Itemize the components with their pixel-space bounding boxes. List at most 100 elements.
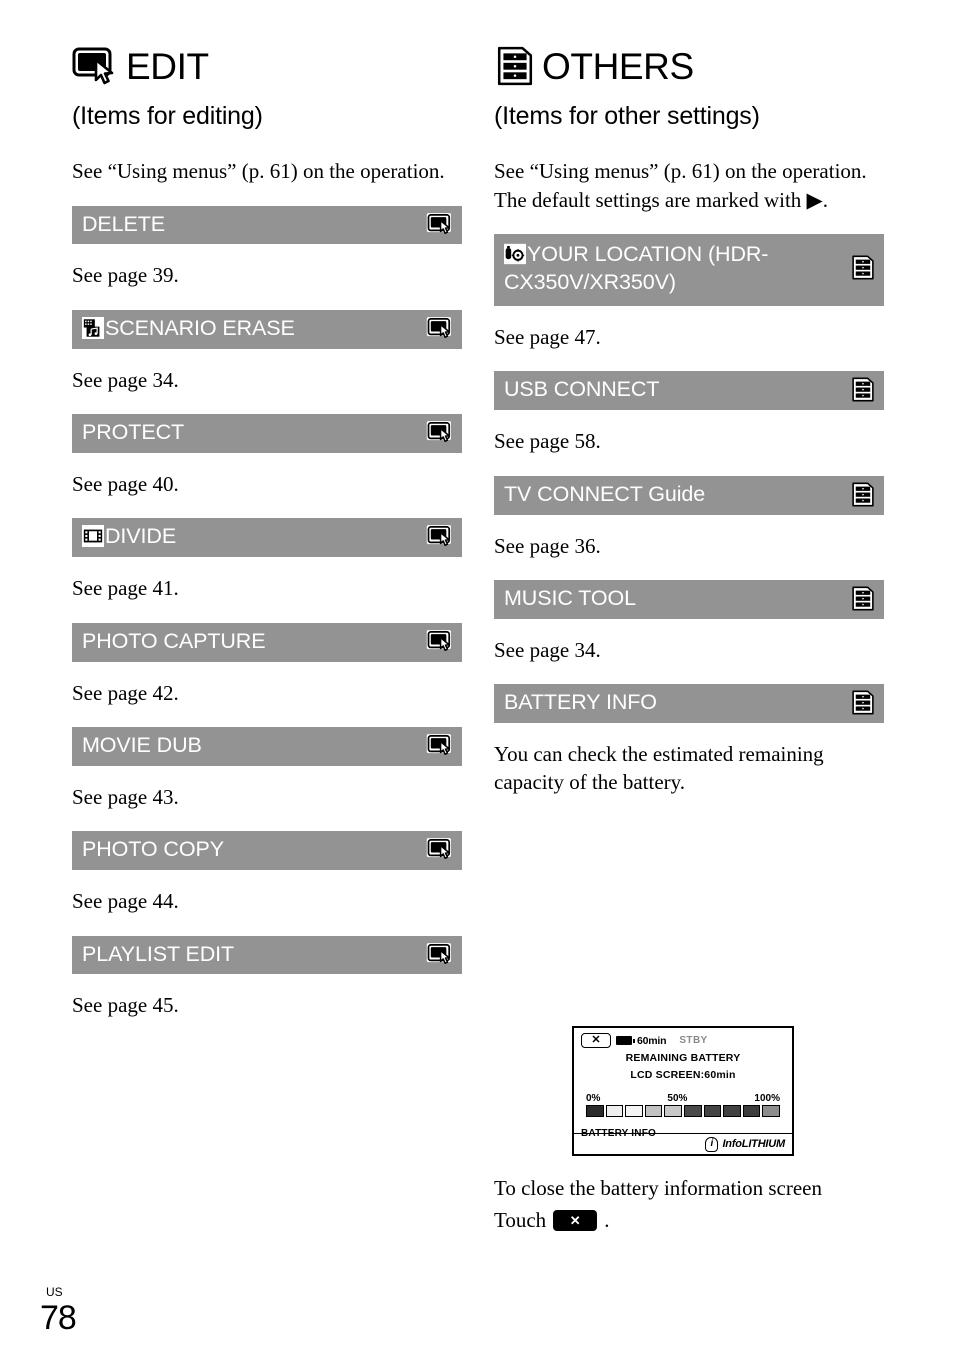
folio-region: US (46, 1285, 63, 1299)
menu-bar[interactable]: PLAYLIST EDIT (72, 935, 462, 975)
battery-gauge-segment (664, 1105, 682, 1118)
others-document-icon (850, 586, 876, 611)
menu-bar-label: PHOTO CAPTURE (82, 628, 266, 653)
battery-remaining-time: 60min (637, 1034, 667, 1047)
menu-bar-label: TV CONNECT Guide (504, 481, 706, 506)
battery-lcd-screen-time: LCD SCREEN:60min (630, 1069, 736, 1082)
battery-scale-mid: 50% (667, 1093, 688, 1105)
edit-screen-cursor-icon (426, 629, 454, 652)
battery-screen-top-row: ✕ 60min STBY (574, 1028, 792, 1049)
others-document-icon (850, 690, 876, 715)
menu-see-reference: See page 41. (72, 576, 179, 601)
menu-bar[interactable]: SCENARIO ERASE (72, 309, 462, 349)
others-intro-line-2: The default settings are marked with ▶. (494, 187, 828, 212)
battery-close-instructions: To close the battery information screen … (494, 1174, 884, 1236)
menu-bar-label: PROTECT (82, 420, 185, 445)
menu-see-reference: See page 42. (72, 680, 179, 705)
edit-screen-cursor-icon (426, 733, 454, 756)
edit-section-title: EDIT (126, 45, 209, 87)
menu-see-reference: See page 34. (72, 367, 179, 392)
others-document-icon (850, 377, 876, 402)
gps-location-icon (504, 243, 526, 265)
battery-gauge-segment (586, 1105, 604, 1118)
menu-bar[interactable]: USB CONNECT (494, 371, 884, 411)
edit-section: EDIT (Items for editing) See “Using menu… (72, 40, 462, 1020)
menu-bar-label: MOVIE DUB (82, 732, 202, 757)
menu-bar[interactable]: BATTERY INFO (494, 684, 884, 724)
menu-item-photo-capture[interactable]: PHOTO CAPTURE See page 42. (72, 622, 462, 707)
recording-status: STBY (679, 1035, 708, 1047)
menu-item-tv-connect-guide[interactable]: TV CONNECT Guide See page 36. (494, 475, 884, 560)
battery-gauge-segment (703, 1105, 722, 1118)
closing-touch-word: Touch (494, 1207, 547, 1232)
battery-screen-footer-bar: i InfoLITHIUM (574, 1133, 792, 1154)
others-section-header: OTHERS (494, 40, 884, 92)
edit-screen-cursor-icon (426, 942, 454, 965)
battery-gauge-segment (625, 1105, 643, 1118)
menu-bar[interactable]: PHOTO CAPTURE (72, 622, 462, 662)
closing-period: . (604, 1207, 610, 1232)
menu-bar-label-text: DIVIDE (105, 524, 177, 549)
menu-bar-label: USB CONNECT (504, 377, 660, 402)
others-document-icon (494, 46, 536, 86)
menu-bar-label-text: SCENARIO ERASE (105, 315, 295, 340)
battery-scale-min: 0% (586, 1093, 601, 1105)
edit-section-subtitle: (Items for editing) (72, 102, 263, 130)
menu-item-scenario-erase[interactable]: SCENARIO ERASE See page 34. (72, 309, 462, 394)
menu-bar-label: PLAYLIST EDIT (82, 941, 235, 966)
menu-bar[interactable]: MOVIE DUB (72, 726, 462, 766)
others-document-icon (850, 255, 876, 280)
menu-item-battery-info[interactable]: BATTERY INFO You can check the estimated… (494, 684, 884, 1232)
menu-bar[interactable]: PROTECT (72, 414, 462, 454)
menu-item-movie-dub[interactable]: MOVIE DUB See page 43. (72, 726, 462, 811)
menu-see-reference: You can check the estimated remaining ca… (494, 742, 824, 795)
battery-info-screen-illustration: ✕ 60min STBY REMAINING BATTERY LCD SCREE… (572, 1026, 794, 1157)
edit-screen-cursor-icon (426, 212, 454, 235)
menu-item-delete[interactable]: DELETE See page 39. (72, 205, 462, 290)
menu-item-protect[interactable]: PROTECT See page 40. (72, 414, 462, 498)
menu-item-playlist-edit[interactable]: PLAYLIST EDIT See page 45. (72, 935, 462, 1020)
infolithium-logo-text: InfoLITHIUM (722, 1138, 785, 1151)
close-x-button[interactable]: ✕ (581, 1033, 611, 1049)
close-x-button[interactable]: ✕ (553, 1210, 598, 1232)
menu-see-reference: See page 47. (494, 324, 601, 349)
menu-item-music-tool[interactable]: MUSIC TOOL See page 34. (494, 579, 884, 664)
film-strip-icon (82, 525, 104, 548)
battery-gauge-segment (605, 1105, 624, 1118)
menu-bar[interactable]: DELETE (72, 205, 462, 245)
menu-bar[interactable]: YOUR LOCATION (HDR-CX350V/XR350V) (494, 234, 884, 306)
edit-screen-cursor-icon (426, 837, 454, 860)
film-music-icon (82, 316, 104, 339)
menu-item-your-location[interactable]: YOUR LOCATION (HDR-CX350V/XR350V) See pa… (494, 234, 884, 351)
menu-see-reference: See page 45. (72, 993, 179, 1018)
page-number: 78 (40, 1299, 77, 1337)
menu-bar[interactable]: DIVIDE (72, 518, 462, 558)
battery-gauge-segment (742, 1105, 761, 1118)
menu-see-reference: See page 39. (72, 263, 179, 288)
menu-see-reference: See page 34. (494, 637, 601, 662)
battery-gauge-segment (723, 1105, 741, 1118)
menu-bar-label: YOUR LOCATION (HDR-CX350V/XR350V) (504, 241, 842, 297)
menu-see-reference: See page 40. (72, 472, 179, 497)
menu-bar-label: BATTERY INFO (504, 690, 657, 715)
closing-line-1: To close the battery information screen (494, 1176, 822, 1201)
battery-scale-max: 100% (754, 1093, 780, 1105)
menu-see-reference: See page 58. (494, 429, 601, 454)
infolithium-badge-icon: i (705, 1136, 719, 1152)
others-section-title: OTHERS (542, 45, 694, 87)
menu-bar[interactable]: TV CONNECT Guide (494, 475, 884, 515)
page-folio: US 78 (40, 1285, 77, 1337)
edit-screen-cursor-icon (426, 420, 454, 443)
menu-bar-label: SCENARIO ERASE (82, 315, 418, 343)
menu-bar[interactable]: PHOTO COPY (72, 831, 462, 871)
manual-page: EDIT (Items for editing) See “Using menu… (0, 0, 954, 1357)
menu-see-reference: See page 44. (72, 889, 179, 914)
others-intro-line-1: See “Using menus” (p. 61) on the operati… (494, 159, 867, 183)
edit-screen-cursor-icon (72, 46, 120, 86)
menu-item-divide[interactable]: DIVIDE See page 41. (72, 518, 462, 602)
menu-item-photo-copy[interactable]: PHOTO COPY See page 44. (72, 831, 462, 915)
others-document-icon (850, 482, 876, 507)
battery-gauge (586, 1105, 780, 1118)
menu-bar[interactable]: MUSIC TOOL (494, 579, 884, 619)
menu-item-usb-connect[interactable]: USB CONNECT See page 58. (494, 371, 884, 455)
